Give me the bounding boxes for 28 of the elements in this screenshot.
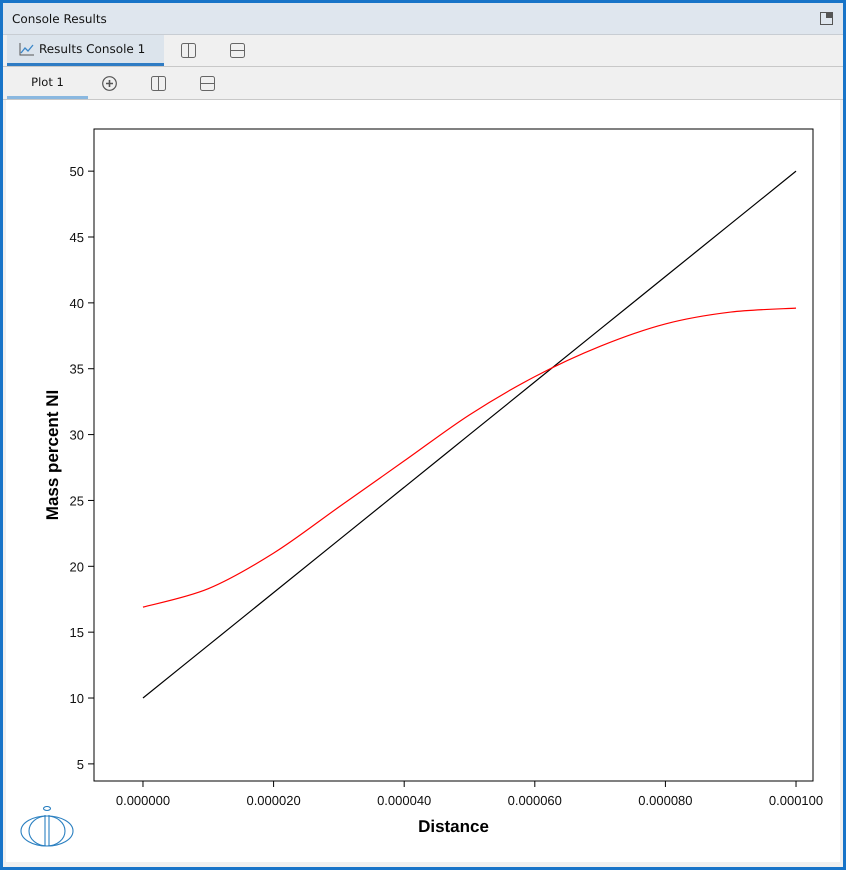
y-tick-label: 40 <box>70 296 84 311</box>
x-tick-label: 0.000020 <box>246 793 301 808</box>
y-tick-label: 30 <box>70 428 84 443</box>
y-tick-label: 45 <box>70 230 84 245</box>
split-horizontal-icon[interactable] <box>200 76 215 90</box>
x-tick-label: 0.000100 <box>768 793 824 808</box>
line-chart-icon <box>19 42 34 56</box>
y-tick-label: 5 <box>76 756 84 772</box>
y-tick-label: 20 <box>70 559 84 574</box>
y-tick-label: 10 <box>70 691 84 706</box>
add-icon[interactable] <box>102 76 117 90</box>
x-tick-label: 0.000000 <box>116 793 170 808</box>
split-vertical-icon[interactable] <box>151 76 166 90</box>
y-axis-title: Mass percent NI <box>43 390 62 520</box>
console-tab[interactable]: Results Console 1 <box>7 35 164 66</box>
maximize-icon[interactable] <box>820 12 833 25</box>
x-tick-label: 0.000080 <box>638 793 693 808</box>
y-tick-label: 35 <box>70 362 84 377</box>
logo-icon <box>20 806 76 848</box>
x-tick-label: 0.000060 <box>508 793 562 808</box>
split-horizontal-icon[interactable] <box>230 43 245 58</box>
x-axis-title: Distance <box>418 817 489 836</box>
y-tick-label: 25 <box>70 493 84 508</box>
x-tick-label: 0.000040 <box>377 793 432 808</box>
window-title: Console Results <box>12 12 107 26</box>
y-tick-label: 15 <box>70 625 84 640</box>
split-vertical-icon[interactable] <box>181 43 196 58</box>
y-tick-label: 50 <box>70 164 84 180</box>
